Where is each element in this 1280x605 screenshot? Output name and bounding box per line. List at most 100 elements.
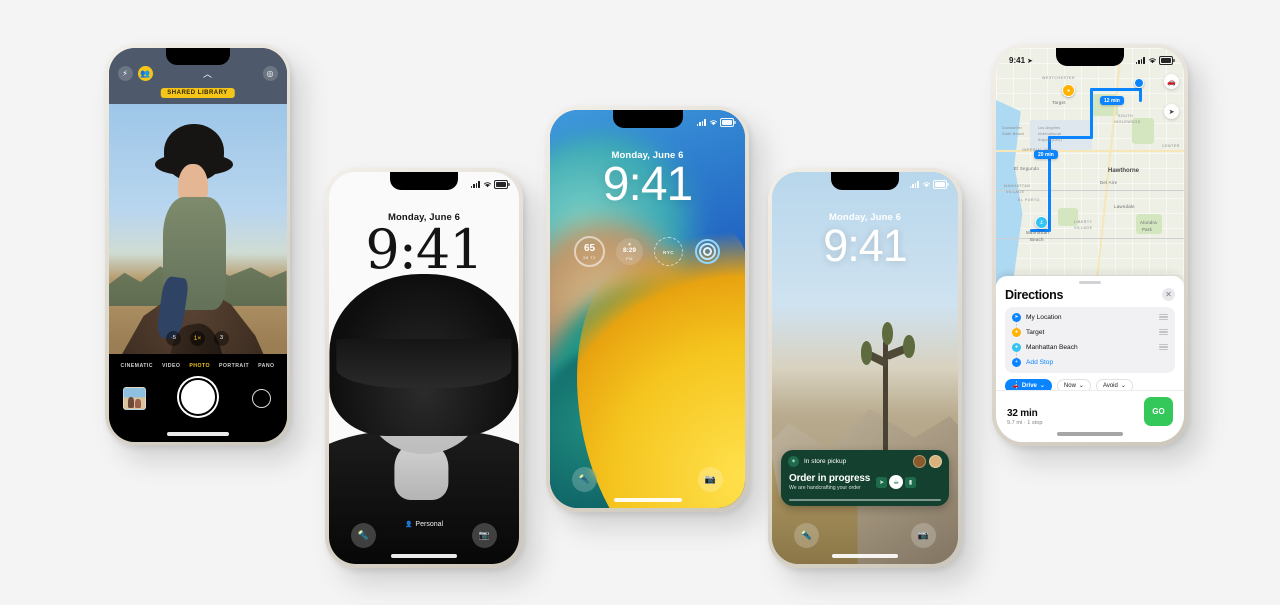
flashlight-button[interactable]: 🔦: [794, 523, 819, 548]
live-activity-header-label: In store pickup: [804, 458, 847, 465]
status-indicators: [696, 118, 736, 127]
live-photo-icon[interactable]: ◎: [262, 65, 278, 81]
order-ready-icon: ▮: [905, 476, 917, 488]
home-indicator: [166, 431, 229, 436]
notch: [1056, 48, 1124, 66]
eta-chip-1: 12 min: [1100, 96, 1124, 105]
flashlight-button[interactable]: 🔦: [572, 467, 597, 492]
stop-row-my-location[interactable]: ➤ My Location: [1005, 310, 1175, 325]
status-time: 9:41: [1009, 56, 1026, 65]
chip-label: Now: [1063, 382, 1076, 389]
photo-thumbnail[interactable]: [122, 386, 146, 410]
shared-library-badge: SHARED LIBRARY: [160, 87, 235, 98]
live-activity-card[interactable]: ✶ In store pickup Order in progress We a…: [781, 450, 949, 506]
map-label: Airport (LAX): [1038, 138, 1063, 142]
mode-cinematic[interactable]: CINEMATIC: [120, 363, 152, 369]
mode-photo[interactable]: PHOTO: [189, 363, 210, 369]
sheet-grabber[interactable]: [1079, 281, 1101, 284]
joshua-tree: [854, 305, 921, 470]
map-view[interactable]: ● ⚓ 12 min 20 min WESTCHESTER Target SOUTH…: [996, 48, 1184, 284]
flashlight-icon: 🔦: [578, 474, 591, 484]
chip-label: Drive: [1021, 382, 1037, 389]
sunset-time: 8:29: [622, 247, 636, 255]
camera-mode-selector: CINEMATIC VIDEO PHOTO PORTRAIT PANO: [109, 354, 287, 369]
mode-video[interactable]: VIDEO: [162, 363, 180, 369]
target-pin[interactable]: ●: [1062, 84, 1075, 97]
zoom-option-3x[interactable]: 3: [214, 330, 229, 346]
focus-mode-badge[interactable]: 👤 Personal: [405, 521, 443, 528]
phone-lock-bw: Monday, June 6 9:41 👤 Personal 🔦 📷: [325, 168, 523, 568]
transport-mode-button[interactable]: 🚗: [1164, 74, 1179, 89]
world-clock-city: NYC: [662, 249, 674, 255]
notch: [612, 110, 683, 128]
mode-pano[interactable]: PANO: [258, 363, 274, 369]
drag-handle-icon[interactable]: [1159, 329, 1168, 335]
starbucks-logo-icon: ✶: [788, 456, 799, 467]
map-label: VILLAGE: [1074, 226, 1093, 230]
status-indicators: [1135, 56, 1175, 65]
locate-me-button[interactable]: ➤: [1164, 104, 1179, 119]
chevron-up-icon[interactable]: ︿: [200, 66, 215, 81]
camera-button[interactable]: 📷: [472, 523, 497, 548]
camera-button[interactable]: 📷: [698, 467, 723, 492]
route-duration: 32 min: [1007, 407, 1038, 419]
stop-row-target[interactable]: ● Target: [1005, 325, 1175, 340]
map-label: Del Aire: [1100, 180, 1118, 185]
order-progress-bar: [789, 499, 941, 501]
live-activity-title: Order in progress: [789, 473, 871, 484]
drag-handle-icon[interactable]: [1159, 314, 1168, 320]
route-segment-top: [1090, 88, 1142, 91]
map-label: Hawthorne: [1108, 168, 1140, 174]
map-label: Alondra: [1140, 220, 1157, 225]
widget-weather[interactable]: 65 58 72: [574, 236, 605, 267]
add-stop-row[interactable]: + Add Stop: [1005, 355, 1175, 370]
drag-handle-icon[interactable]: [1159, 344, 1168, 350]
map-label: Beach: [1030, 237, 1044, 242]
weather-range: 58 72: [583, 254, 596, 260]
map-label: MANHATTAN: [1004, 184, 1031, 188]
manhattan-beach-pin[interactable]: ⚓: [1035, 216, 1048, 229]
shutter-button[interactable]: [178, 377, 217, 416]
stop-row-manhattan-beach[interactable]: ● Manhattan Beach: [1005, 340, 1175, 355]
widget-sunset[interactable]: ☀ 8:29 PM: [616, 238, 643, 265]
go-button[interactable]: GO: [1144, 397, 1173, 426]
lock-clock-area: Monday, June 6 9:41: [550, 150, 745, 209]
map-label: CENTER: [1162, 144, 1180, 148]
live-activity-subtitle: We are handcrafting your order: [789, 485, 861, 491]
route-details: 9.7 mi · 1 stop: [1007, 419, 1043, 426]
widget-world-clock[interactable]: NYC: [654, 237, 683, 266]
target-stop-icon: ●: [1012, 327, 1021, 337]
phone-lock-live-activity: Monday, June 6 9:41 ✶ In store pickup Or…: [768, 168, 962, 568]
close-icon[interactable]: ✕: [1162, 288, 1175, 301]
lock-screen-bw: Monday, June 6 9:41 👤 Personal 🔦 📷: [329, 172, 519, 564]
flip-camera-button[interactable]: [251, 388, 271, 408]
shared-library-icon[interactable]: 👥: [137, 65, 153, 81]
flashlight-button[interactable]: 🔦: [351, 523, 376, 548]
stop-label: Manhattan Beach: [1026, 343, 1078, 351]
lock-time: 9:41: [602, 158, 693, 211]
camera-button[interactable]: 📷: [911, 523, 936, 548]
notch: [165, 47, 230, 65]
home-indicator: [613, 498, 682, 502]
map-label: WESTCHESTER: [1042, 76, 1076, 80]
map-label: VILLAGE: [1006, 190, 1025, 194]
phone-maps: ● ⚓ 12 min 20 min WESTCHESTER Target SOUTH…: [992, 44, 1188, 446]
wifi-icon: [483, 181, 492, 188]
chevron-down-icon: ⌄: [1039, 383, 1045, 389]
zoom-option-1x[interactable]: 1×: [190, 330, 205, 346]
location-arrow-icon: ➤: [1027, 57, 1033, 65]
my-location-icon: ➤: [1012, 312, 1021, 322]
zoom-option-0.5[interactable]: ·5: [166, 330, 181, 346]
flash-icon[interactable]: ⚡: [117, 65, 133, 81]
camera-icon: 📷: [917, 530, 930, 540]
plus-icon: +: [1012, 357, 1021, 367]
lock-widgets: 65 58 72 ☀ 8:29 PM NYC: [550, 236, 745, 267]
tree-tuft-right: [903, 334, 915, 358]
mode-portrait[interactable]: PORTRAIT: [219, 363, 249, 369]
order-sent-icon: ➤: [876, 476, 888, 488]
battery-icon: [494, 180, 510, 189]
order-preparing-icon: ☕: [889, 475, 904, 489]
widget-activity-rings[interactable]: [694, 238, 721, 265]
battery-icon: [1159, 56, 1175, 65]
stop-label: My Location: [1026, 313, 1062, 321]
